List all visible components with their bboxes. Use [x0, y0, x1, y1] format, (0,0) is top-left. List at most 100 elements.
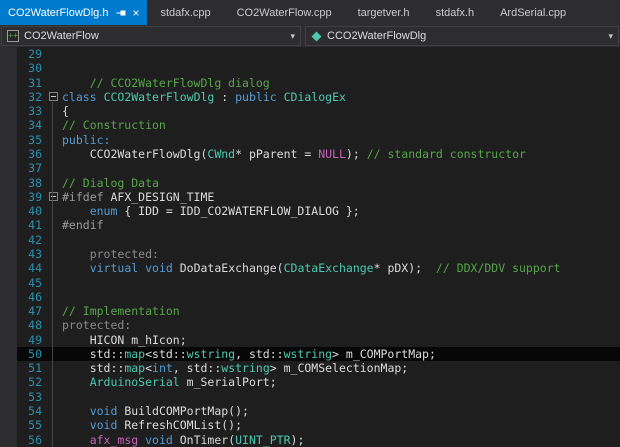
fold-margin	[48, 418, 62, 432]
fold-margin	[48, 161, 62, 175]
code-text: enum { IDD = IDD_CO2WATERFLOW_DIALOG };	[62, 204, 620, 218]
glyph-margin	[0, 75, 17, 90]
code-line-52[interactable]: 52 ArduinoSerial m_SerialPort;	[0, 375, 620, 390]
code-text: class CCO2WaterFlowDlg : public CDialogE…	[62, 90, 620, 104]
code-line-44[interactable]: 44 virtual void DoDataExchange(CDataExch…	[0, 261, 620, 276]
project-dropdown[interactable]: ++ CO2WaterFlow ▾	[1, 26, 301, 46]
code-token: void	[89, 404, 118, 419]
code-token: :	[214, 89, 236, 104]
code-line-47[interactable]: 47 // Implementation	[0, 304, 620, 319]
fold-margin	[48, 318, 62, 332]
code-line-31[interactable]: 31 // CCO2WaterFlowDlg dialog	[0, 75, 620, 90]
code-line-38[interactable]: 38 // Dialog Data	[0, 175, 620, 190]
fold-margin	[48, 304, 62, 318]
line-number: 29	[28, 47, 42, 61]
tab-stdafx-h[interactable]: stdafx.h	[423, 0, 488, 25]
code-text: void BuildCOMPortMap();	[62, 404, 620, 418]
close-icon[interactable]: ×	[132, 7, 139, 19]
code-line-54[interactable]: 54 void BuildCOMPortMap();	[0, 404, 620, 419]
line-number: 56	[28, 432, 42, 447]
code-line-33[interactable]: 33 {	[0, 104, 620, 119]
tab-targetver-h[interactable]: targetver.h	[345, 0, 423, 25]
code-line-56[interactable]: 56 afx_msg void OnTimer(UINT_PTR);	[0, 432, 620, 447]
fold-collapse-toggle-icon[interactable]	[49, 191, 58, 201]
chevron-down-icon[interactable]: ▾	[608, 31, 613, 42]
fold-margin	[48, 233, 62, 247]
line-number: 37	[28, 161, 42, 176]
code-line-53[interactable]: 53	[0, 389, 620, 405]
code-token: // Construction	[62, 118, 166, 133]
tab-stdafx-cpp[interactable]: stdafx.cpp	[147, 0, 223, 25]
tab-label: CO2WaterFlow.cpp	[236, 6, 332, 19]
code-line-36[interactable]: 36 CCO2WaterFlowDlg(CWnd* pParent = NULL…	[0, 146, 620, 162]
line-number: 47	[28, 304, 42, 319]
fold-margin	[48, 76, 62, 90]
line-number: 49	[28, 332, 42, 347]
glyph-margin	[0, 289, 17, 305]
code-editor[interactable]: 29 30 31 // CCO2WaterFlowDlg dialog 32 class…	[0, 47, 620, 447]
code-token: map	[124, 361, 146, 376]
pin-icon[interactable]	[116, 8, 126, 17]
code-token: int	[152, 361, 173, 376]
code-text: // Construction	[62, 118, 620, 132]
tab-co2waterflowdlg-h[interactable]: CO2WaterFlowDlg.h ×	[0, 0, 148, 25]
code-token: map	[124, 346, 146, 361]
code-line-50[interactable]: 50 std::map<std::wstring, std::wstring> …	[0, 346, 620, 362]
code-token: virtual	[89, 261, 139, 276]
code-token: #ifdef	[62, 189, 111, 204]
code-token: ArduinoSerial	[89, 375, 180, 390]
code-token: class	[62, 89, 97, 104]
line-number: 40	[28, 204, 42, 219]
code-line-40[interactable]: 40 enum { IDD = IDD_CO2WATERFLOW_DIALOG …	[0, 204, 620, 219]
code-line-55[interactable]: 55 void RefreshCOMList();	[0, 418, 620, 433]
tab-ardserial-cpp[interactable]: ArdSerial.cpp	[487, 0, 579, 25]
scope-dropdown[interactable]: CCO2WaterFlowDlg ▾	[305, 26, 619, 46]
fold-collapse-toggle-icon[interactable]	[49, 91, 58, 101]
code-line-43[interactable]: 43 protected:	[0, 246, 620, 262]
code-token: UINT_PTR	[235, 432, 291, 447]
line-number: 30	[28, 61, 42, 76]
code-text: void RefreshCOMList();	[62, 418, 620, 432]
code-token: protected:	[62, 246, 159, 261]
code-line-39[interactable]: 39 #ifdef AFX_DESIGN_TIME	[0, 189, 620, 205]
code-token: enum	[89, 204, 118, 219]
code-line-48[interactable]: 48 protected:	[0, 318, 620, 333]
line-number: 35	[28, 132, 42, 147]
code-line-30[interactable]: 30	[0, 61, 620, 76]
chevron-down-icon[interactable]: ▾	[290, 31, 295, 42]
code-line-34[interactable]: 34 // Construction	[0, 118, 620, 133]
code-line-32[interactable]: 32 class CCO2WaterFlowDlg : public CDialo…	[0, 89, 620, 105]
glyph-margin	[0, 146, 17, 162]
fold-margin	[48, 190, 62, 204]
tab-co2waterflow-cpp[interactable]: CO2WaterFlow.cpp	[224, 0, 345, 25]
code-line-45[interactable]: 45	[0, 275, 620, 290]
code-token: DoDataExchange(	[172, 261, 284, 276]
code-line-35[interactable]: 35 public:	[0, 132, 620, 147]
tab-label: ArdSerial.cpp	[500, 6, 567, 19]
code-area: 29 30 31 // CCO2WaterFlowDlg dialog 32 class…	[0, 47, 620, 447]
fold-margin	[48, 147, 62, 161]
code-line-37[interactable]: 37	[0, 161, 620, 176]
code-token: public	[235, 89, 277, 104]
code-token: CWnd	[207, 146, 236, 161]
code-line-49[interactable]: 49 HICON m_hIcon;	[0, 332, 620, 347]
code-line-42[interactable]: 42	[0, 232, 620, 247]
code-token: void	[145, 432, 173, 447]
glyph-margin	[0, 47, 17, 62]
code-token: wstring	[283, 346, 333, 361]
code-token: m_SerialPort;	[179, 375, 277, 390]
line-number: 50	[17, 346, 48, 362]
code-line-29[interactable]: 29	[0, 47, 620, 62]
line-number: 39	[28, 189, 42, 204]
line-number: 44	[28, 261, 42, 276]
code-line-41[interactable]: 41 #endif	[0, 218, 620, 233]
code-token: CCO2WaterFlowDlg	[103, 89, 215, 104]
code-token: OnTimer(	[172, 432, 236, 447]
line-number: 34	[28, 118, 42, 133]
code-text: protected:	[62, 318, 620, 332]
code-line-46[interactable]: 46	[0, 289, 620, 305]
line-number: 46	[28, 289, 42, 304]
code-line-51[interactable]: 51 std::map<int, std::wstring> m_COMSele…	[0, 361, 620, 376]
